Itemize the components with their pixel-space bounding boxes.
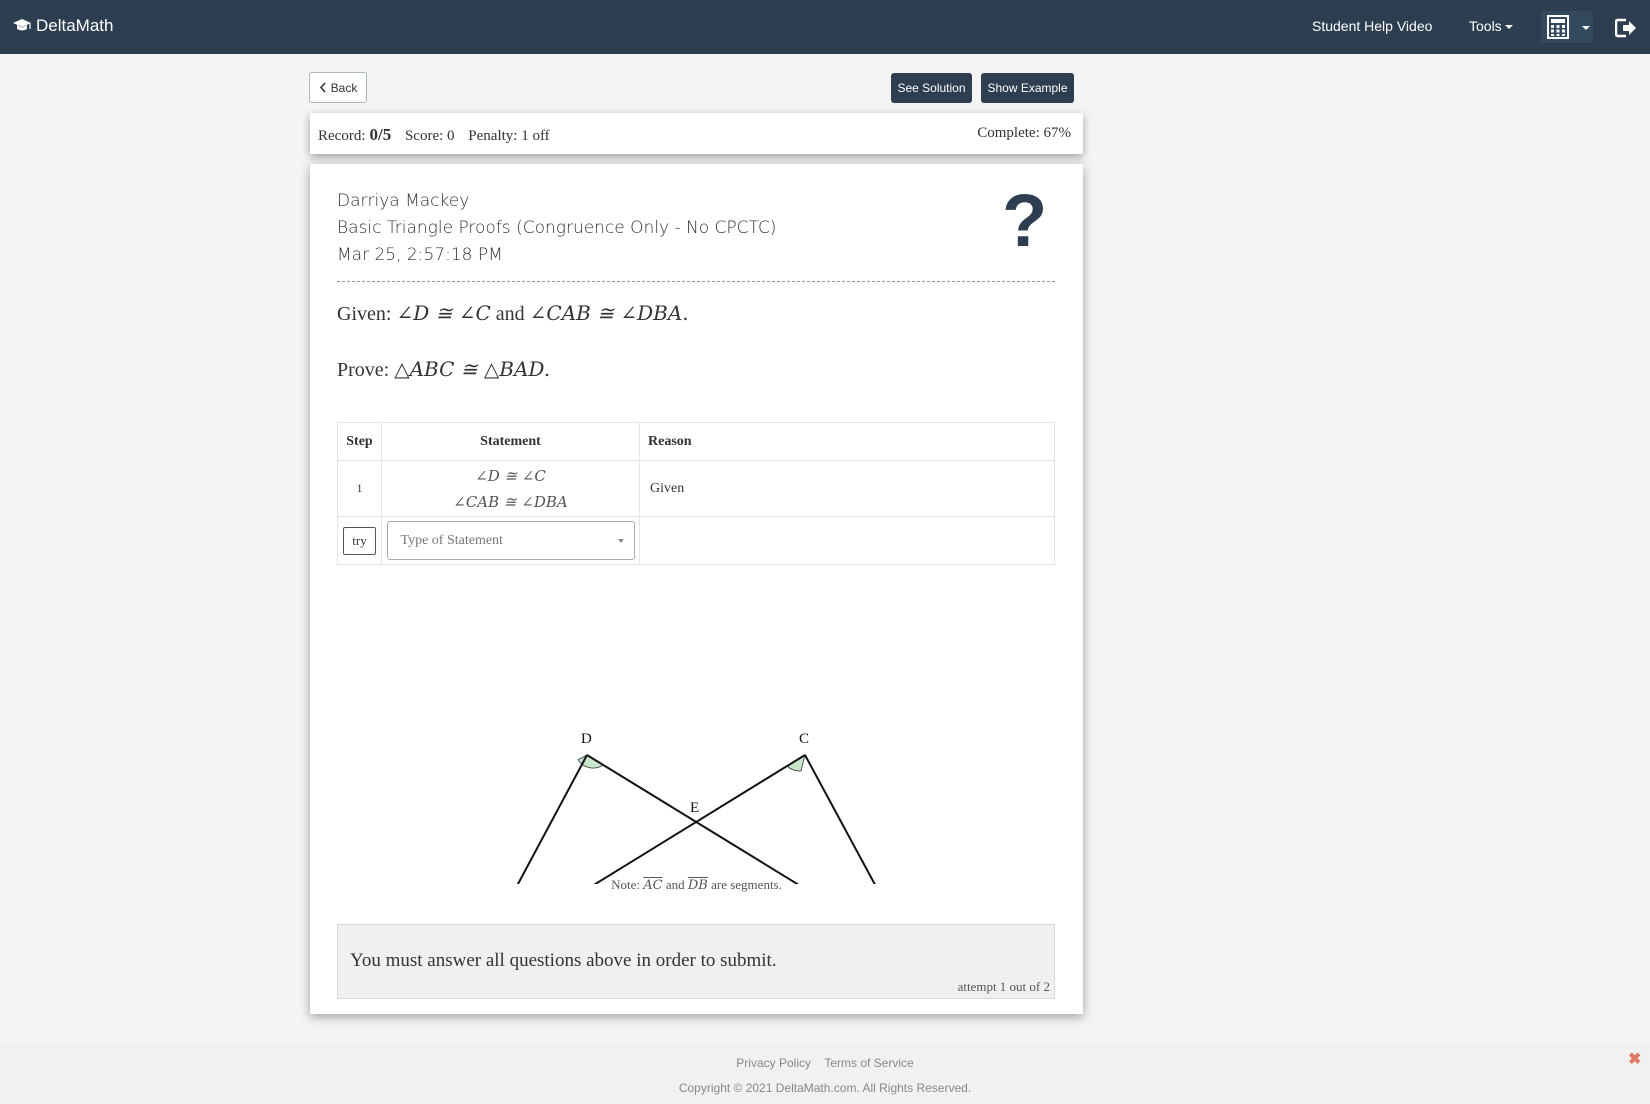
- note-segment-ac: AC: [643, 878, 663, 893]
- statement-type-select[interactable]: Type of Statement: [386, 521, 635, 560]
- student-name: Darriya Mackey: [337, 191, 470, 211]
- diagram-note: Note: AC and DB are segments.: [310, 877, 1083, 893]
- statement-type-placeholder: Type of Statement: [400, 532, 503, 548]
- chevron-left-icon: [319, 82, 326, 93]
- score: Score: 0: [404, 128, 455, 144]
- record: Record: 0/5: [318, 125, 392, 144]
- divider: [337, 281, 1055, 282]
- note-suffix: are segments.: [711, 877, 782, 892]
- show-example-button[interactable]: Show Example: [981, 73, 1074, 103]
- see-solution-button[interactable]: See Solution: [891, 73, 972, 103]
- note-segment-db: DB: [687, 878, 708, 893]
- privacy-policy-link[interactable]: Privacy Policy: [736, 1056, 811, 1070]
- given-angles-1: ∠D ≅ ∠C: [396, 301, 491, 325]
- record-value: 0/5: [369, 125, 392, 144]
- header-step: Step: [337, 422, 382, 461]
- try-button[interactable]: try: [343, 526, 376, 555]
- given-statement: Given: ∠D ≅ ∠C and ∠CAB ≅ ∠DBA.: [337, 301, 689, 326]
- statement-line: ∠CAB ≅ ∠DBA: [453, 492, 568, 511]
- footer-links: Privacy Policy Terms of Service: [0, 1056, 1650, 1070]
- copyright: Copyright © 2021 DeltaMath.com. All Righ…: [678, 1081, 972, 1095]
- note-and: and: [665, 877, 685, 892]
- problem-card: Darriya Mackey Basic Triangle Proofs (Co…: [310, 164, 1083, 1014]
- footer: Privacy Policy Terms of Service Copyrigh…: [0, 1044, 1650, 1104]
- brand-logo[interactable]: DeltaMath: [12, 16, 113, 36]
- given-and: and: [495, 303, 525, 325]
- header-statement: Statement: [381, 422, 640, 461]
- tools-dropdown[interactable]: Tools: [1469, 18, 1513, 34]
- statement-cell: ∠D ≅ ∠C ∠CAB ≅ ∠DBA: [381, 460, 640, 517]
- close-icon[interactable]: ✖: [1628, 1049, 1641, 1069]
- reason-input-cell: [639, 516, 1055, 565]
- table-header-row: Step Statement Reason: [337, 422, 1055, 461]
- table-row-input: try Type of Statement: [337, 516, 1055, 565]
- completion-percent: Complete: 67%: [977, 125, 1071, 141]
- statement-line: ∠D ≅ ∠C: [475, 466, 546, 485]
- step-number: 1: [337, 460, 382, 517]
- student-help-video-link[interactable]: Student Help Video: [1312, 18, 1432, 34]
- record-bar: Record: 0/5 Score: 0 Penalty: 1 off Compl…: [310, 113, 1083, 154]
- chevron-down-icon: [617, 539, 624, 543]
- assignment-title: Basic Triangle Proofs (Congruence Only -…: [337, 218, 777, 238]
- terms-of-service-link[interactable]: Terms of Service: [824, 1056, 913, 1070]
- question-mark-icon[interactable]: ?: [1002, 184, 1047, 258]
- attempt-counter: attempt 1 out of 2: [957, 979, 1050, 994]
- tools-label: Tools: [1469, 18, 1502, 34]
- penalty: Penalty: 1 off: [468, 128, 550, 144]
- submit-message-box: You must answer all questions above in o…: [337, 924, 1055, 999]
- given-angles-2: ∠CAB ≅ ∠DBA.: [529, 301, 689, 325]
- header-reason: Reason: [639, 422, 1055, 461]
- chevron-down-icon: [1582, 26, 1590, 30]
- statement-input-cell: Type of Statement: [381, 516, 640, 565]
- back-label: Back: [330, 80, 358, 95]
- top-navbar: DeltaMath Student Help Video Tools: [0, 0, 1650, 54]
- table-row: 1 ∠D ≅ ∠C ∠CAB ≅ ∠DBA Given: [337, 460, 1055, 517]
- label-d: D: [581, 731, 592, 747]
- reason-cell: Given: [639, 460, 1055, 517]
- segment-ad: [516, 754, 588, 884]
- segment-cb: [804, 754, 876, 884]
- prove-expression: △ABC ≅ △BAD.: [394, 357, 551, 381]
- problem-meta: Darriya Mackey Basic Triangle Proofs (Co…: [337, 188, 776, 269]
- calculator-icon: [1547, 15, 1569, 39]
- brand-name: DeltaMath: [36, 16, 114, 35]
- logout-icon[interactable]: [1615, 18, 1637, 38]
- calculator-button[interactable]: [1541, 11, 1593, 43]
- note-prefix: Note:: [611, 877, 640, 892]
- try-cell: try: [337, 516, 382, 565]
- label-e: E: [690, 800, 699, 816]
- proof-table: Step Statement Reason 1 ∠D ≅ ∠C ∠CAB ≅ ∠…: [337, 422, 1055, 565]
- label-c: C: [799, 731, 809, 747]
- record-label: Record:: [318, 128, 366, 144]
- prove-statement: Prove: △ABC ≅ △BAD.: [337, 357, 550, 382]
- timestamp: Mar 25, 2:57:18 PM: [337, 245, 503, 265]
- graduation-cap-icon: [13, 19, 31, 31]
- prove-label: Prove:: [337, 359, 390, 381]
- triangle-diagram: D C E A B: [516, 731, 876, 884]
- given-label: Given:: [337, 303, 392, 325]
- chevron-down-icon: [1504, 25, 1513, 30]
- submit-message: You must answer all questions above in o…: [350, 950, 777, 971]
- back-button[interactable]: Back: [309, 72, 367, 103]
